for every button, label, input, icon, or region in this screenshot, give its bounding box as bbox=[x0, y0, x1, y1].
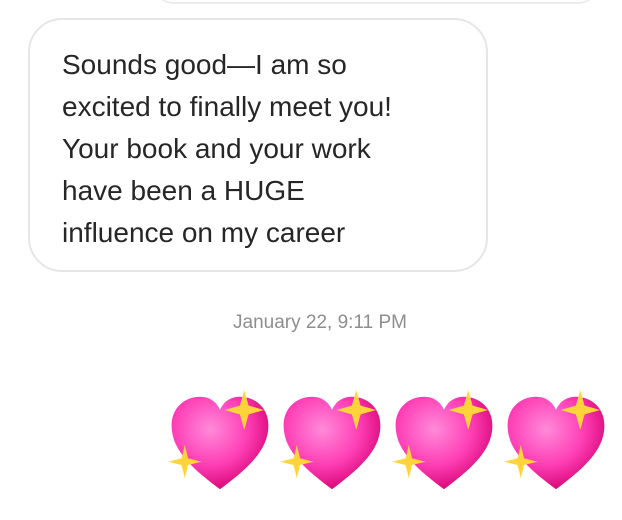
message-timestamp: January 22, 9:11 PM bbox=[233, 312, 407, 333]
sparkling-heart-icon bbox=[392, 390, 493, 490]
sparkling-heart-icon bbox=[504, 390, 605, 490]
received-message-bubble[interactable]: Sounds good—I am so excited to finally m… bbox=[28, 18, 488, 272]
sparkling-heart-icon bbox=[280, 390, 381, 490]
sparkling-heart-icon bbox=[168, 390, 269, 490]
previous-message-bubble[interactable] bbox=[152, 0, 600, 4]
sent-emoji-message[interactable] bbox=[165, 388, 615, 498]
message-text: Sounds good—I am so excited to finally m… bbox=[62, 49, 392, 248]
